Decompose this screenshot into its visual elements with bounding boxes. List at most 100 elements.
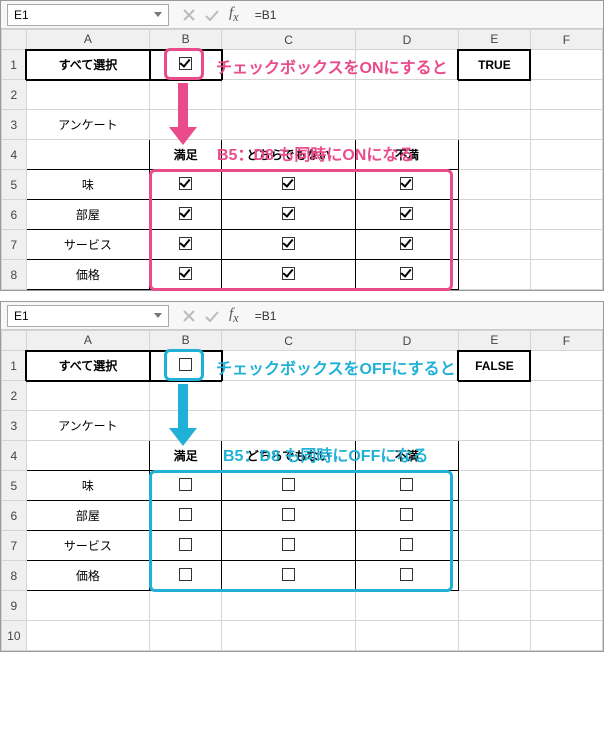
cell[interactable] <box>530 351 602 381</box>
checkbox-icon[interactable] <box>179 358 192 371</box>
cell-B7[interactable] <box>150 230 222 260</box>
checkbox-icon[interactable] <box>282 508 295 521</box>
col-header[interactable]: B <box>150 30 222 50</box>
checkbox-icon[interactable] <box>282 237 295 250</box>
cell-B6[interactable] <box>150 200 222 230</box>
row-header[interactable]: 8 <box>2 561 27 591</box>
select-all-corner[interactable] <box>2 331 27 351</box>
fx-icon[interactable]: fx <box>229 306 239 326</box>
cell[interactable] <box>150 80 222 110</box>
row-header[interactable]: 3 <box>2 411 27 441</box>
row-header[interactable]: 1 <box>2 50 27 80</box>
cell-B8[interactable] <box>150 260 222 290</box>
checkbox-icon[interactable] <box>179 57 192 70</box>
cancel-icon[interactable] <box>183 310 195 322</box>
col-header[interactable]: E <box>458 30 530 50</box>
cell-A1[interactable]: すべて選択 <box>26 50 149 80</box>
cell-C8[interactable] <box>222 561 356 591</box>
cell[interactable] <box>530 471 602 501</box>
col-header[interactable]: F <box>530 30 602 50</box>
cell[interactable] <box>355 591 458 621</box>
checkbox-icon[interactable] <box>282 478 295 491</box>
cell-C6[interactable] <box>222 501 356 531</box>
cell-E1[interactable]: FALSE <box>458 351 530 381</box>
cell[interactable] <box>355 80 458 110</box>
cell[interactable] <box>458 230 530 260</box>
col-header[interactable]: F <box>530 331 602 351</box>
row-header[interactable]: 5 <box>2 471 27 501</box>
row-header[interactable]: 1 <box>2 351 27 381</box>
checkbox-icon[interactable] <box>282 538 295 551</box>
cell[interactable] <box>458 110 530 140</box>
cell-D5[interactable] <box>355 170 458 200</box>
checkbox-icon[interactable] <box>400 478 413 491</box>
cell[interactable] <box>150 381 222 411</box>
cell-D8[interactable] <box>355 561 458 591</box>
cell-B8[interactable] <box>150 561 222 591</box>
cell[interactable] <box>458 471 530 501</box>
cell[interactable] <box>150 110 222 140</box>
cell[interactable] <box>458 140 530 170</box>
cell[interactable] <box>530 411 602 441</box>
cell[interactable] <box>355 411 458 441</box>
cell[interactable] <box>458 80 530 110</box>
row-header[interactable]: 3 <box>2 110 27 140</box>
cell[interactable] <box>458 200 530 230</box>
cell-A8[interactable]: 価格 <box>26 260 149 290</box>
checkbox-icon[interactable] <box>282 177 295 190</box>
cell[interactable] <box>458 501 530 531</box>
cell-A3[interactable]: アンケート <box>26 110 149 140</box>
enter-icon[interactable] <box>205 9 219 21</box>
cell[interactable] <box>530 50 602 80</box>
cell-A8[interactable]: 価格 <box>26 561 149 591</box>
cell[interactable] <box>458 260 530 290</box>
checkbox-icon[interactable] <box>400 568 413 581</box>
cell[interactable] <box>530 501 602 531</box>
cell[interactable] <box>26 80 149 110</box>
enter-icon[interactable] <box>205 310 219 322</box>
cell[interactable] <box>26 441 149 471</box>
checkbox-icon[interactable] <box>400 538 413 551</box>
formula-input[interactable]: =B1 <box>247 8 603 22</box>
row-header[interactable]: 6 <box>2 200 27 230</box>
checkbox-icon[interactable] <box>179 237 192 250</box>
cell-A6[interactable]: 部屋 <box>26 501 149 531</box>
cell[interactable] <box>26 140 149 170</box>
name-box[interactable]: E1 <box>7 4 169 26</box>
checkbox-icon[interactable] <box>179 177 192 190</box>
cell-A5[interactable]: 味 <box>26 471 149 501</box>
cell[interactable] <box>150 591 222 621</box>
cell[interactable] <box>530 200 602 230</box>
checkbox-icon[interactable] <box>179 538 192 551</box>
cell-C4[interactable]: どちらでもない <box>222 441 356 471</box>
cell[interactable] <box>530 170 602 200</box>
cell[interactable] <box>530 110 602 140</box>
cell[interactable] <box>530 140 602 170</box>
cell-C8[interactable] <box>222 260 356 290</box>
cell-B1[interactable] <box>150 50 222 80</box>
cell[interactable] <box>355 351 458 381</box>
name-box[interactable]: E1 <box>7 305 169 327</box>
formula-input[interactable]: =B1 <box>247 309 603 323</box>
cell-D4[interactable]: 不満 <box>355 140 458 170</box>
checkbox-icon[interactable] <box>179 568 192 581</box>
cell-B4[interactable]: 満足 <box>150 441 222 471</box>
cell[interactable] <box>355 381 458 411</box>
checkbox-icon[interactable] <box>400 177 413 190</box>
row-header[interactable]: 9 <box>2 591 27 621</box>
cell[interactable] <box>222 50 356 80</box>
cell[interactable] <box>222 621 356 651</box>
spreadsheet-grid[interactable]: A B C D E F 1 すべて選択 FALSE 2 <box>1 330 603 651</box>
cell[interactable] <box>530 531 602 561</box>
row-header[interactable]: 7 <box>2 531 27 561</box>
checkbox-icon[interactable] <box>282 207 295 220</box>
col-header[interactable]: B <box>150 331 222 351</box>
cell[interactable] <box>222 110 356 140</box>
cell[interactable] <box>26 591 149 621</box>
cell-D6[interactable] <box>355 200 458 230</box>
cell[interactable] <box>530 621 602 651</box>
checkbox-icon[interactable] <box>282 568 295 581</box>
cell[interactable] <box>355 621 458 651</box>
cell[interactable] <box>458 381 530 411</box>
col-header[interactable]: D <box>355 30 458 50</box>
